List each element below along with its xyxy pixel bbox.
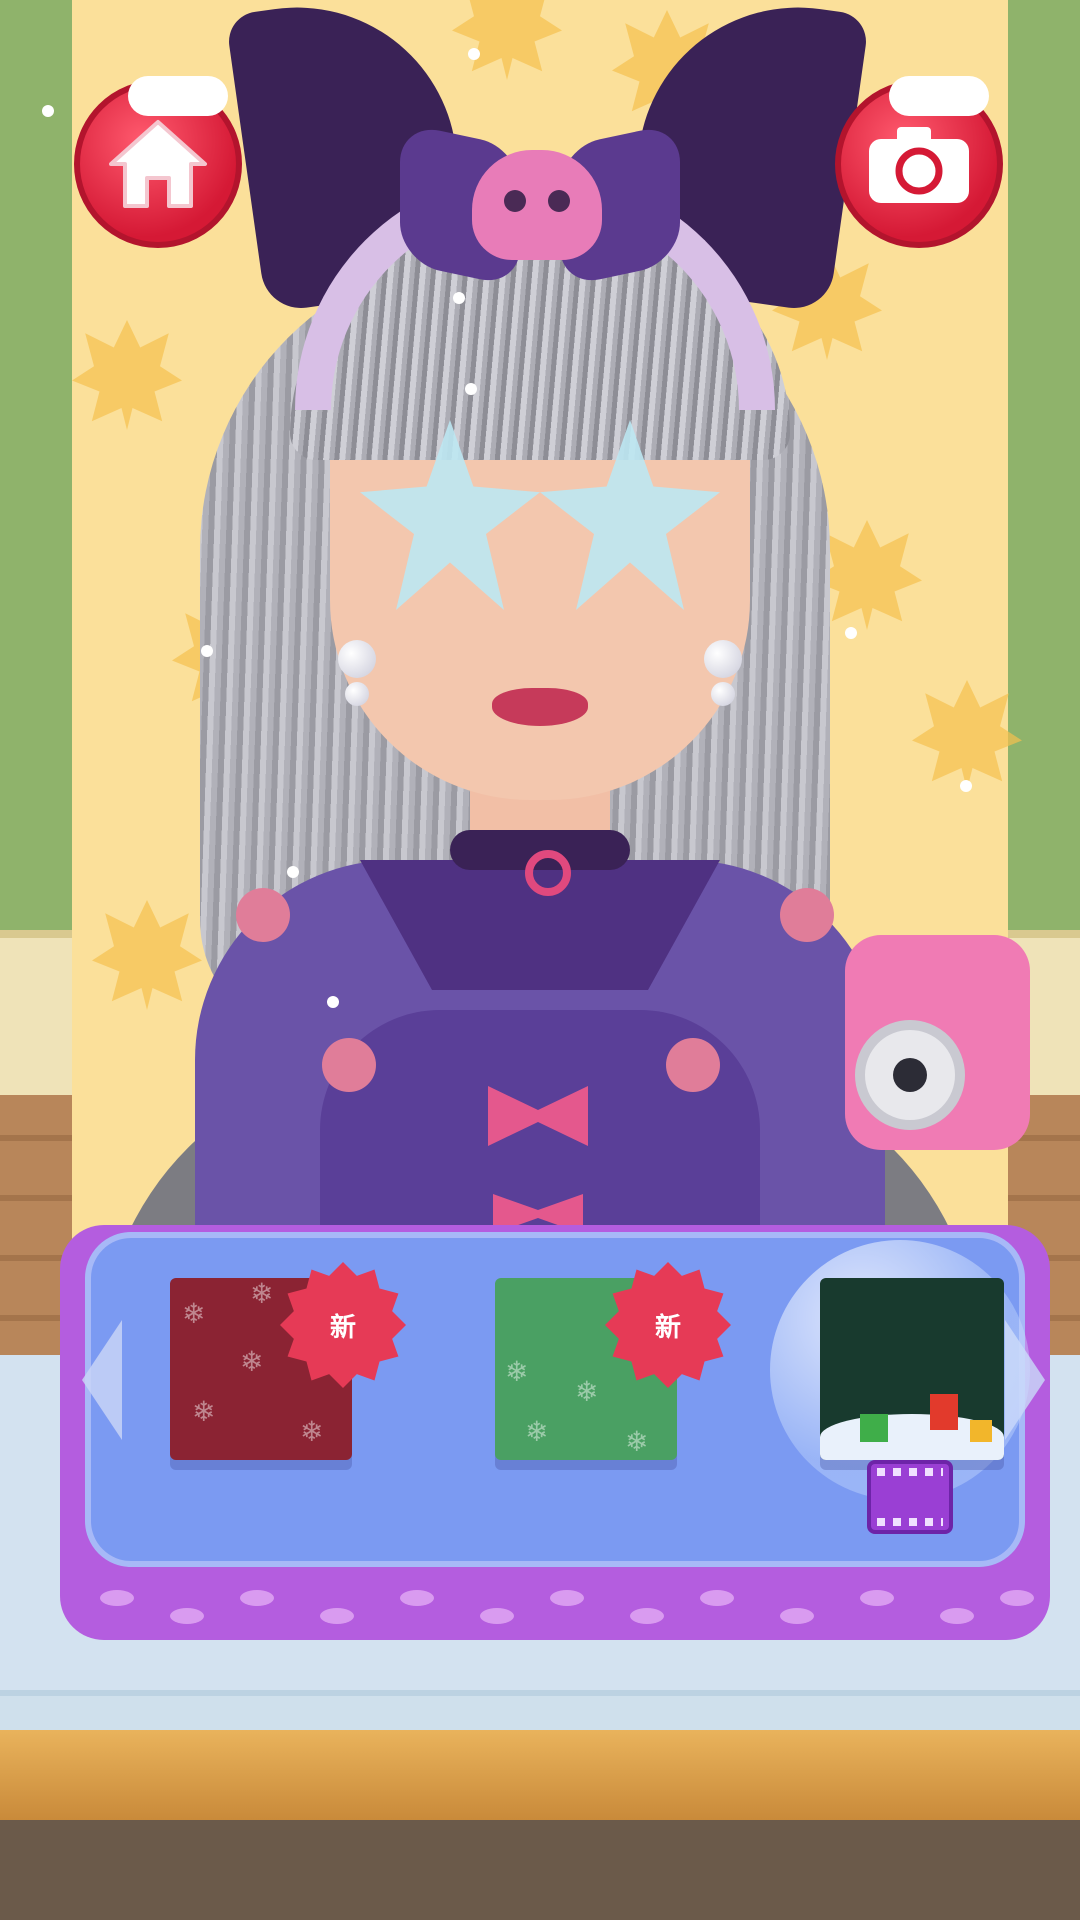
house-icon bbox=[109, 120, 207, 208]
film-icon bbox=[867, 1460, 953, 1534]
home-button[interactable] bbox=[74, 76, 242, 248]
background-item-christmas[interactable] bbox=[820, 1278, 1004, 1460]
pompom bbox=[666, 1038, 720, 1092]
floor bbox=[0, 1820, 1080, 1920]
snowflake-dot bbox=[960, 780, 972, 792]
snowflake-dot bbox=[287, 866, 299, 878]
pompom bbox=[322, 1038, 376, 1092]
leaf-pattern bbox=[72, 320, 182, 430]
snowflake-dot bbox=[453, 292, 465, 304]
camera-lens-icon bbox=[855, 1020, 965, 1130]
camera-icon bbox=[869, 127, 969, 203]
star-glasses[interactable] bbox=[360, 420, 720, 620]
snowflake-dot bbox=[845, 627, 857, 639]
snowflake-dot bbox=[465, 383, 477, 395]
wall-left bbox=[0, 0, 72, 930]
instant-camera-prop[interactable] bbox=[845, 935, 1030, 1150]
snowflake-dot bbox=[42, 105, 54, 117]
leaf-pattern bbox=[912, 680, 1022, 790]
snowflake-dot bbox=[468, 48, 480, 60]
gift-icon bbox=[860, 1414, 888, 1442]
new-badge-label: 新 bbox=[654, 1312, 681, 1343]
snowflake-dot bbox=[327, 996, 339, 1008]
tray-dots bbox=[80, 1590, 1034, 1630]
lips bbox=[492, 688, 588, 726]
choker-ring bbox=[525, 850, 571, 896]
snowflake-dot bbox=[201, 645, 213, 657]
gift-icon bbox=[930, 1394, 958, 1430]
wall-right bbox=[1008, 0, 1080, 930]
pompom bbox=[780, 888, 834, 942]
leaf-pattern bbox=[92, 900, 202, 1010]
earring-left[interactable] bbox=[337, 640, 377, 730]
glasses-lens-left bbox=[360, 420, 540, 610]
pompom bbox=[236, 888, 290, 942]
screenshot-button[interactable] bbox=[835, 76, 1003, 248]
skull-ornament bbox=[472, 150, 602, 260]
earring-right[interactable] bbox=[703, 640, 743, 730]
glasses-lens-right bbox=[540, 420, 720, 610]
leaf-pattern bbox=[452, 0, 562, 80]
gift-icon bbox=[970, 1420, 992, 1442]
shelf bbox=[0, 1730, 1080, 1820]
new-badge-label: 新 bbox=[329, 1312, 356, 1343]
